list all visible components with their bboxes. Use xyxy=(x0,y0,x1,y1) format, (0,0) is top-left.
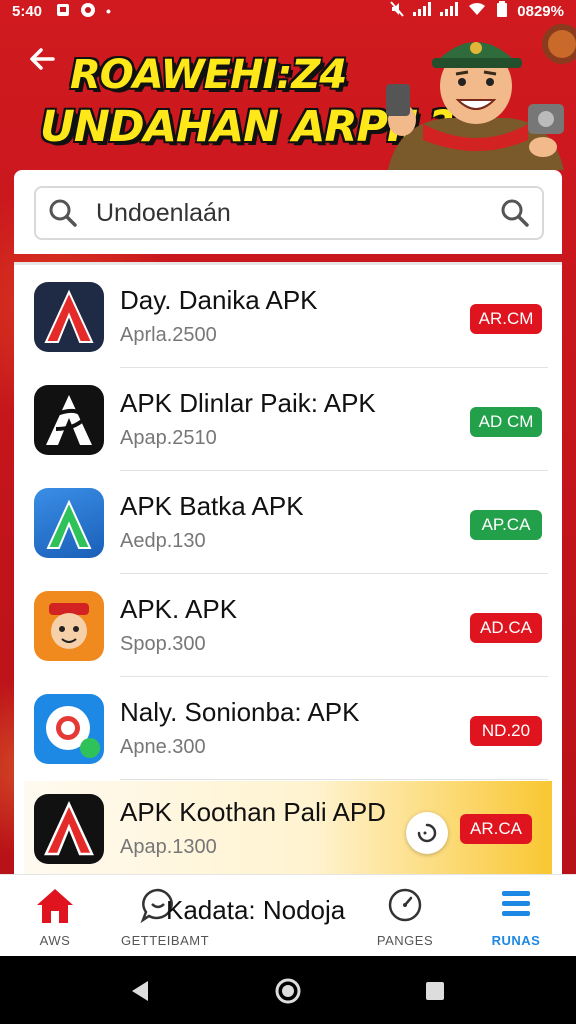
nav-chat-label: GETTEIBAMT xyxy=(120,933,210,948)
recents-square-icon[interactable] xyxy=(420,976,450,1006)
loading-spinner-icon xyxy=(406,812,448,854)
app-icon-a-dark xyxy=(34,281,104,352)
app-icon-a-blue xyxy=(34,487,104,558)
nav-center-text: Kadata: Nodoja xyxy=(166,895,346,925)
app-action-badge[interactable]: AR.CM xyxy=(470,304,542,334)
arrow-left-icon xyxy=(30,48,55,70)
search-bar[interactable] xyxy=(34,186,544,240)
app-icon-a-black xyxy=(34,384,104,455)
app-action-badge[interactable]: ND.20 xyxy=(470,716,542,746)
divider xyxy=(120,779,548,780)
list-item[interactable]: APK Batka APK Aedp.130 AP.CA xyxy=(14,471,562,574)
list-item[interactable]: APK Dlinlar Paik: APK Apap.2510 AD CM xyxy=(14,368,562,471)
nav-menu-label: RUNAS xyxy=(491,933,541,948)
nav-menu[interactable]: RUNAS xyxy=(476,875,556,957)
home-circle-icon[interactable] xyxy=(273,976,303,1006)
dot-icon: • xyxy=(106,3,111,19)
home-icon xyxy=(37,889,73,923)
app-action-badge[interactable]: AR.CA xyxy=(460,814,532,844)
back-triangle-icon[interactable] xyxy=(126,976,156,1006)
list-item[interactable]: Day. Danika APK Aprla.2500 AR.CM xyxy=(14,265,562,368)
search-card xyxy=(14,170,562,254)
status-bar: 5:40 • 0829% xyxy=(0,0,576,22)
battery-percent: 0829% xyxy=(517,2,564,20)
hamburger-menu-icon xyxy=(502,891,530,916)
app-action-badge[interactable]: AD.CA xyxy=(470,613,542,643)
header-banner: ROAWEHI:Z4 UNDAHAN ARPIL? xyxy=(0,22,576,170)
app-icon-character xyxy=(34,590,104,661)
banner-title-line-1: ROAWEHI:Z4 xyxy=(70,52,347,98)
nav-ranking[interactable]: PANGES xyxy=(365,875,445,957)
list-item-highlighted[interactable]: APK Koothan Pali APD Apap.1300 AR.CA xyxy=(24,781,552,874)
app-icon-chat-bubble xyxy=(34,693,104,764)
signal-icon-2 xyxy=(440,2,459,20)
battery-icon xyxy=(496,1,508,21)
search-icon xyxy=(49,199,77,227)
notification-icon xyxy=(56,3,70,20)
mascot-illustration xyxy=(386,24,576,170)
back-button[interactable] xyxy=(24,44,60,80)
signal-icon xyxy=(413,2,432,20)
search-input[interactable] xyxy=(96,198,500,228)
list-item[interactable]: APK. APK Spop.300 AD.CA xyxy=(14,574,562,677)
search-submit-icon[interactable] xyxy=(500,198,530,228)
clock-icon xyxy=(388,888,422,922)
wifi-icon xyxy=(467,2,487,20)
circle-app-icon xyxy=(80,2,96,21)
nav-home-label: AWS xyxy=(39,933,71,948)
list-item[interactable]: Naly. Sonionba: APK Apne.300 ND.20 xyxy=(14,677,562,780)
app-icon-a-outline xyxy=(34,794,104,864)
mute-icon xyxy=(390,1,405,21)
status-time: 5:40 xyxy=(12,2,43,20)
app-action-badge[interactable]: AD CM xyxy=(470,407,542,437)
system-navigation-bar xyxy=(0,956,576,1024)
nav-home[interactable]: AWS xyxy=(20,875,90,957)
nav-ranking-label: PANGES xyxy=(376,933,434,948)
bottom-navigation: AWS GETTEIBAMT Kadata: Nodoja PANGES RUN… xyxy=(0,874,576,956)
app-list: Day. Danika APK Aprla.2500 AR.CM APK Dli… xyxy=(14,262,562,874)
app-action-badge[interactable]: AP.CA xyxy=(470,510,542,540)
